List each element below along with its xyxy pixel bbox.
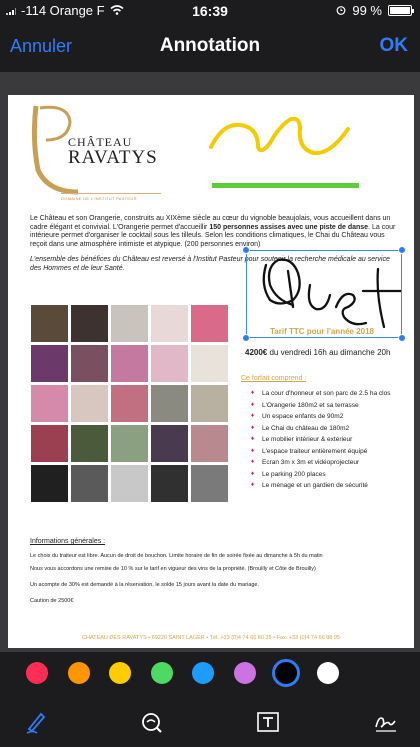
magnifier-tool-icon[interactable] (137, 708, 165, 736)
color-swatch-black[interactable] (272, 659, 300, 687)
gallery-photo (71, 425, 108, 462)
forfait-item: Le mobilier intérieur & extérieur (251, 436, 390, 443)
yellow-stroke-annotation (209, 116, 350, 156)
document-footer: CHATEAU DES RAVATYS • 69220 SAINT LAGER … (82, 635, 340, 641)
forfait-item: Le parking 200 places (251, 471, 390, 478)
info-line: Un acompte de 30% est demandé à la réser… (30, 582, 259, 588)
price-period: du vendredi 16h au dimanche 20h (267, 348, 391, 357)
gallery-photo (151, 425, 188, 462)
resize-handle-bottom-left[interactable] (242, 334, 250, 342)
info-line: Nous vous accordons une remise de 10 % s… (30, 566, 316, 572)
resize-handle-bottom-right[interactable] (398, 334, 406, 342)
gallery-photo (111, 345, 148, 382)
gallery-photo (111, 385, 148, 422)
color-swatch-blue[interactable] (192, 662, 214, 684)
info-heading: Informations générales : (30, 538, 106, 545)
green-line-annotation (212, 183, 359, 188)
gallery-photo (151, 345, 188, 382)
gallery-photo (111, 305, 148, 342)
gallery-photo (191, 425, 228, 462)
pen-tool-icon[interactable] (22, 708, 50, 736)
forfait-heading: Ce forfait comprend : (241, 375, 307, 382)
gallery-photo (191, 385, 228, 422)
alarm-icon (336, 3, 346, 18)
gallery-photo (151, 305, 188, 342)
color-palette (0, 656, 420, 694)
gallery-photo (191, 345, 228, 382)
info-line: Caution de 2500€ (30, 598, 74, 604)
forfait-item: Le ménage et un gardien de sécurité (251, 482, 390, 489)
document-page[interactable]: CHÂTEAU RAVATYS DOMAINE DE L'INSTITUT PA… (8, 95, 414, 648)
signature-selection-box[interactable] (246, 250, 402, 338)
resize-handle-top-right[interactable] (398, 246, 406, 254)
gallery-photo (31, 465, 68, 502)
forfait-item: La cour d'honneur et son parc de 2.5 ha … (251, 390, 390, 397)
battery-icon (388, 5, 414, 16)
intro-paragraph: Le Château et son Orangerie, construits … (30, 215, 400, 249)
gallery-photo (71, 385, 108, 422)
forfait-item: L'Orangerie 180m2 et sa terrasse (251, 402, 390, 409)
color-swatch-orange[interactable] (67, 662, 90, 684)
nav-bar: Annuler Annotation OK (0, 22, 420, 72)
battery-percent: 99 % (352, 3, 382, 18)
gallery-photo (31, 425, 68, 462)
info-line: Le choix du traiteur est libre. Aucun de… (30, 553, 323, 559)
signature-tool-icon[interactable] (372, 708, 400, 736)
ok-button[interactable]: OK (380, 35, 409, 57)
forfait-item: L'espace traiteur entièrement équipé (251, 448, 390, 455)
color-swatch-pink[interactable] (26, 662, 48, 684)
forfait-item: Le Chai du château de 180m2 (251, 425, 390, 432)
color-swatch-yellow[interactable] (109, 662, 131, 684)
battery-fill (390, 7, 410, 14)
page-title: Annotation (159, 35, 261, 56)
gallery-photo (191, 305, 228, 342)
gallery-photo (31, 385, 68, 422)
gallery-photo (71, 305, 108, 342)
gallery-photo (71, 345, 108, 382)
gallery-photo (71, 465, 108, 502)
logo-line2: RAVATYS (68, 147, 158, 168)
gallery-photo (151, 385, 188, 422)
gallery-photo (191, 465, 228, 502)
color-swatch-purple[interactable] (233, 662, 256, 684)
tool-bar (0, 698, 420, 747)
gallery-photo (151, 465, 188, 502)
resize-handle-top-left[interactable] (242, 246, 250, 254)
status-bar: -114 Orange F 16:39 99 % (0, 0, 420, 22)
color-swatch-white[interactable] (316, 662, 339, 684)
logo-subtitle: DOMAINE DE L'INSTITUT PASTEUR (61, 193, 161, 201)
forfait-list: La cour d'honneur et son parc de 2.5 ha … (251, 390, 390, 494)
gallery-photo (111, 425, 148, 462)
gallery-photo (111, 465, 148, 502)
status-right: 99 % (336, 3, 414, 18)
price-line: 4200€ du vendredi 16h au dimanche 20h (245, 348, 390, 357)
photo-grid (31, 305, 228, 502)
intro-text-bold: 150 personnes assises avec une piste de … (209, 223, 369, 231)
color-swatch-green[interactable] (150, 662, 173, 684)
price-amount: 4200€ (245, 348, 268, 357)
gallery-photo (31, 305, 68, 342)
forfait-item: Ecran 3m x 3m et vidéoprojecteur (251, 459, 390, 466)
forfait-item: Un espace enfants de 90m2 (251, 413, 390, 420)
text-tool-icon[interactable] (254, 708, 282, 736)
gallery-photo (31, 345, 68, 382)
